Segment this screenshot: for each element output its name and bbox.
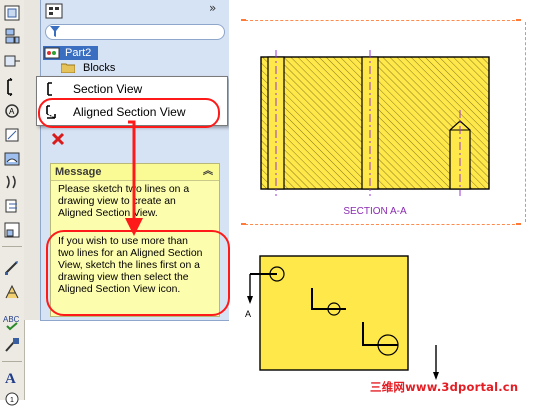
svg-text:A: A	[5, 371, 16, 386]
model-items-icon[interactable]	[3, 283, 21, 301]
balloon-icon[interactable]: 1	[3, 390, 21, 408]
cut-arrow-icon	[247, 296, 253, 304]
folder-icon	[61, 63, 75, 73]
tree-item-part2[interactable]: Part2	[43, 46, 98, 60]
corner-mark	[516, 223, 521, 225]
red-arrow-annotation	[125, 120, 143, 236]
view-boundary-top	[245, 20, 520, 21]
section-view-a-a[interactable]	[255, 50, 495, 200]
svg-text:ABC: ABC	[3, 315, 20, 324]
cut-line-label: A	[245, 309, 252, 319]
toolbar-separator	[2, 361, 22, 362]
toolbar-separator	[2, 246, 22, 247]
corner-mark	[241, 19, 246, 21]
model-view-icon[interactable]	[3, 4, 21, 22]
watermark-text: 三维网www.3dportal.cn	[370, 380, 519, 394]
svg-text:A: A	[9, 107, 15, 116]
standard-3-view-icon[interactable]	[3, 28, 21, 46]
section-view-icon	[47, 82, 52, 96]
drawing-sheet-icon	[44, 47, 60, 59]
relative-view-icon[interactable]	[3, 221, 21, 239]
drawing-toolbar: ▾ A ▾ ABC A 1	[0, 0, 30, 406]
cancel-close-icon[interactable]	[51, 132, 65, 146]
svg-text:1: 1	[10, 397, 14, 404]
projected-view-icon[interactable]	[3, 52, 21, 70]
menu-item-section-view[interactable]: Section View	[37, 78, 227, 100]
filter-icon	[50, 26, 60, 37]
crop-view-icon[interactable]	[3, 126, 21, 144]
menu-item-label: Section View	[73, 82, 143, 96]
break-view-icon[interactable]	[3, 173, 21, 191]
tree-item-label: Part2	[65, 47, 92, 59]
note-icon[interactable]: A	[3, 368, 21, 386]
view-boundary-right	[525, 22, 526, 222]
feature-manager-tab-icon[interactable]	[45, 3, 63, 19]
detail-view-icon[interactable]: A	[3, 102, 21, 120]
tree-item-label: Blocks	[83, 62, 116, 74]
panel-side-strip	[24, 0, 41, 320]
tree-item-blocks[interactable]: Blocks	[61, 62, 121, 74]
section-view-label: SECTION A-A	[343, 206, 407, 217]
expand-panel-icon[interactable]: »	[209, 1, 216, 15]
alternate-position-view-icon[interactable]	[3, 197, 21, 215]
spell-check-icon[interactable]: ABC	[3, 313, 21, 331]
broken-out-section-icon[interactable]	[3, 150, 21, 168]
corner-mark	[241, 223, 246, 225]
highlight-oval-message	[46, 230, 230, 316]
section-view-toolbar-icon[interactable]	[3, 78, 21, 96]
smart-dimension-icon[interactable]	[3, 259, 21, 277]
parent-view[interactable]	[240, 250, 450, 390]
collapse-chevron-icon[interactable]: ︽	[203, 164, 213, 180]
message-title: Message	[55, 166, 102, 178]
filter-field[interactable]	[45, 24, 225, 40]
corner-mark	[516, 19, 521, 21]
format-painter-icon[interactable]	[3, 336, 21, 354]
view-boundary-bottom	[245, 224, 520, 225]
